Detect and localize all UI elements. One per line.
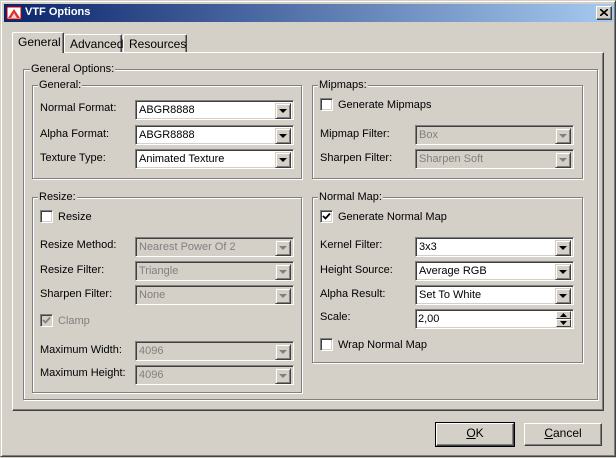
max-height-label: Maximum Height: bbox=[40, 367, 126, 379]
dropdown-button[interactable] bbox=[275, 128, 291, 144]
texture-type-label: Texture Type: bbox=[40, 152, 106, 164]
resize-sharpen-label: Sharpen Filter: bbox=[40, 288, 113, 300]
resize-filter-select[interactable]: Triangle bbox=[135, 261, 294, 281]
dropdown-button[interactable] bbox=[555, 240, 571, 256]
kernel-filter-select[interactable]: 3x3 bbox=[415, 237, 574, 257]
general-legend: General: bbox=[38, 78, 83, 92]
dropdown-button[interactable] bbox=[555, 128, 571, 144]
normal-format-value: ABGR8888 bbox=[139, 104, 195, 116]
mipmap-filter-label: Mipmap Filter: bbox=[320, 128, 390, 140]
alpha-format-value: ABGR8888 bbox=[139, 129, 195, 141]
normal-map-legend: Normal Map: bbox=[318, 190, 383, 204]
spin-up-button[interactable] bbox=[556, 311, 571, 319]
mipmap-filter-select[interactable]: Box bbox=[415, 125, 574, 145]
chevron-down-icon bbox=[559, 134, 567, 138]
resize-filter-label: Resize Filter: bbox=[40, 264, 105, 276]
chevron-down-icon bbox=[279, 134, 287, 138]
resize-sharpen-value: None bbox=[139, 289, 166, 301]
scale-value[interactable]: 2,00 bbox=[418, 313, 439, 326]
chevron-down-icon bbox=[279, 270, 287, 274]
vtf-options-dialog: VTF Options General Advanced Resources G… bbox=[0, 0, 616, 457]
alpha-result-label: Alpha Result: bbox=[320, 288, 386, 300]
clamp-checkbox[interactable] bbox=[40, 314, 53, 327]
chevron-down-icon bbox=[559, 158, 567, 162]
resize-filter-value: Triangle bbox=[139, 265, 179, 277]
resize-legend: Resize: bbox=[38, 190, 77, 204]
resize-checkbox[interactable] bbox=[40, 210, 53, 223]
clamp-label[interactable]: Clamp bbox=[58, 314, 90, 328]
dropdown-button[interactable] bbox=[275, 103, 291, 119]
height-source-label: Height Source: bbox=[320, 264, 393, 276]
wrap-normal-map-checkbox[interactable] bbox=[320, 338, 333, 351]
resize-method-select[interactable]: Nearest Power Of 2 bbox=[135, 237, 294, 257]
scale-label: Scale: bbox=[320, 311, 351, 323]
dropdown-button[interactable] bbox=[555, 288, 571, 304]
chevron-down-icon bbox=[279, 374, 287, 378]
dropdown-button[interactable] bbox=[275, 240, 291, 256]
max-width-label: Maximum Width: bbox=[40, 344, 122, 356]
wrap-normal-map-label[interactable]: Wrap Normal Map bbox=[338, 338, 427, 352]
dropdown-button[interactable] bbox=[275, 288, 291, 304]
resize-method-label: Resize Method: bbox=[40, 239, 117, 251]
kernel-filter-label: Kernel Filter: bbox=[320, 239, 383, 251]
alpha-result-value: Set To White bbox=[419, 289, 482, 301]
checkmark-icon bbox=[42, 316, 51, 324]
resize-sharpen-select[interactable]: None bbox=[135, 285, 294, 305]
mipmap-filter-value: Box bbox=[419, 129, 438, 141]
chevron-down-icon bbox=[559, 246, 567, 250]
texture-type-value: Animated Texture bbox=[139, 153, 225, 165]
checkmark-icon bbox=[322, 212, 331, 220]
mipmap-sharpen-select[interactable]: Sharpen Soft bbox=[415, 149, 574, 169]
mipmap-sharpen-label: Sharpen Filter: bbox=[320, 152, 393, 164]
alpha-result-select[interactable]: Set To White bbox=[415, 285, 574, 305]
dropdown-button[interactable] bbox=[275, 152, 291, 168]
mipmaps-legend: Mipmaps: bbox=[318, 78, 368, 92]
texture-type-select[interactable]: Animated Texture bbox=[135, 149, 294, 169]
chevron-down-icon bbox=[279, 158, 287, 162]
resize-label[interactable]: Resize bbox=[58, 210, 92, 224]
chevron-down-icon bbox=[279, 246, 287, 250]
chevron-down-icon bbox=[279, 109, 287, 113]
chevron-down-icon bbox=[559, 270, 567, 274]
arrow-down-icon bbox=[560, 321, 567, 325]
arrow-up-icon bbox=[560, 313, 567, 317]
dropdown-button[interactable] bbox=[275, 264, 291, 280]
kernel-filter-value: 3x3 bbox=[419, 241, 437, 253]
dropdown-button[interactable] bbox=[275, 344, 291, 360]
dropdown-button[interactable] bbox=[555, 264, 571, 280]
height-source-value: Average RGB bbox=[419, 265, 487, 277]
max-width-value: 4096 bbox=[139, 345, 164, 357]
alpha-format-select[interactable]: ABGR8888 bbox=[135, 125, 294, 145]
max-height-value: 4096 bbox=[139, 369, 164, 381]
chevron-down-icon bbox=[279, 294, 287, 298]
max-width-select[interactable]: 4096 bbox=[135, 341, 294, 361]
max-height-select[interactable]: 4096 bbox=[135, 365, 294, 385]
alpha-format-label: Alpha Format: bbox=[40, 128, 110, 140]
chevron-down-icon bbox=[279, 350, 287, 354]
resize-method-value: Nearest Power Of 2 bbox=[139, 241, 236, 253]
generate-mipmaps-checkbox[interactable] bbox=[320, 98, 333, 111]
generate-normal-map-label[interactable]: Generate Normal Map bbox=[338, 210, 447, 224]
normal-format-label: Normal Format: bbox=[40, 102, 117, 114]
generate-mipmaps-label[interactable]: Generate Mipmaps bbox=[338, 98, 432, 112]
normal-format-select[interactable]: ABGR8888 bbox=[135, 100, 294, 120]
chevron-down-icon bbox=[559, 294, 567, 298]
spin-down-button[interactable] bbox=[556, 319, 571, 327]
scale-spinner[interactable]: 2,00 bbox=[415, 309, 574, 329]
mipmap-sharpen-value: Sharpen Soft bbox=[419, 153, 484, 165]
dropdown-button[interactable] bbox=[555, 152, 571, 168]
dropdown-button[interactable] bbox=[275, 368, 291, 384]
height-source-select[interactable]: Average RGB bbox=[415, 261, 574, 281]
generate-normal-map-checkbox[interactable] bbox=[320, 210, 333, 223]
